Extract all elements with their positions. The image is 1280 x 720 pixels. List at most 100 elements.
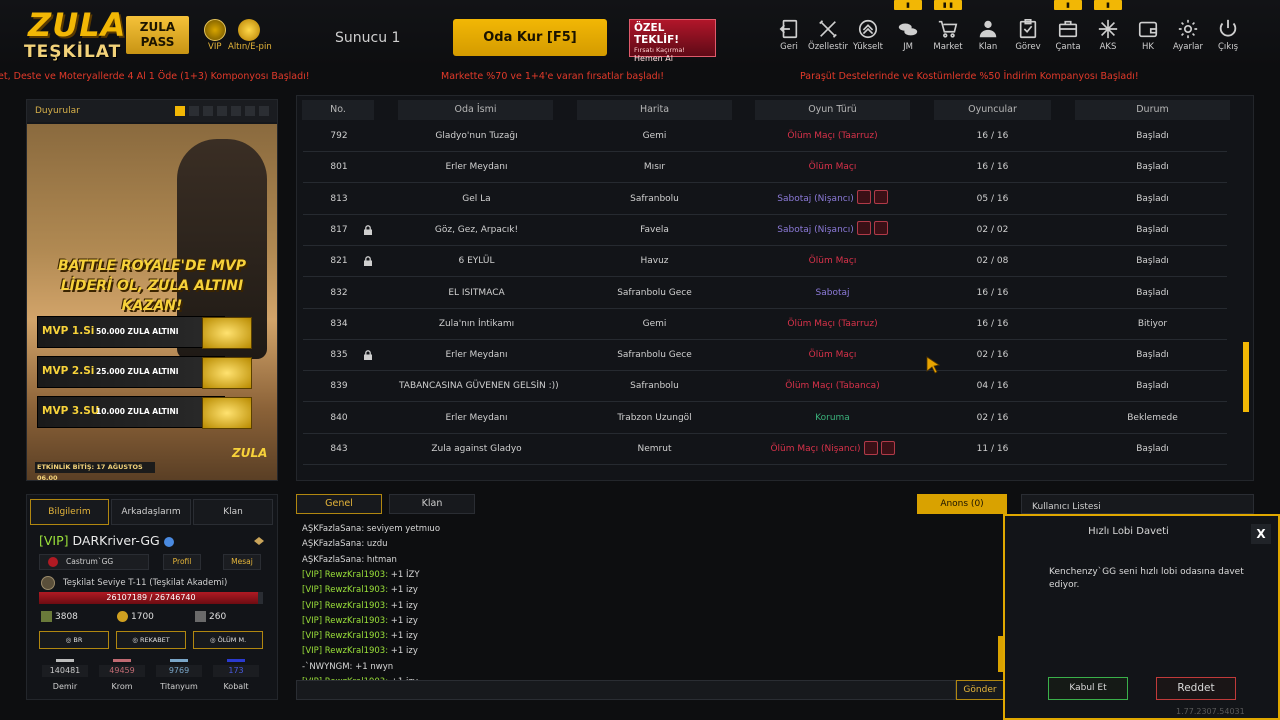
gold-coin-icon[interactable] xyxy=(238,19,260,41)
tab-friends[interactable]: Arkadaşlarım xyxy=(111,499,191,525)
zula-pass-button[interactable]: ZULA PASS xyxy=(126,16,189,54)
dialog-close-button[interactable]: X xyxy=(1251,524,1271,544)
table-row[interactable]: 813 Gel La Safranbolu Sabotaj (Nişancı) 05 /… xyxy=(303,184,1227,215)
cell-text: Sabotaj (Nişancı) xyxy=(777,224,854,235)
tab-clan[interactable]: Klan xyxy=(193,499,273,525)
mode-competitive-button[interactable]: ◎ REKABET xyxy=(116,631,186,649)
table-row[interactable]: 832 EL ISITMACA Safranbolu Gece Sabotaj 16 /… xyxy=(303,278,1227,309)
table-row[interactable]: 834 Zula'nın İntikamı Gemi Ölüm Maçı (Taarr… xyxy=(303,309,1227,340)
chat-input[interactable] xyxy=(296,680,956,700)
cell-mode: Ölüm Maçı xyxy=(755,152,910,183)
cell-map: Favela xyxy=(577,215,732,246)
player-name: [VIP] DARKriver-GG xyxy=(39,533,174,548)
table-row[interactable]: 821 6 EYLÜL Havuz Ölüm Maçı 02 / 08 Başladı xyxy=(303,246,1227,278)
chat-sender[interactable]: AŞKFazlaSana: xyxy=(302,555,364,565)
carousel-dot[interactable] xyxy=(245,106,255,116)
clan-icon xyxy=(979,20,997,38)
carousel-dot[interactable] xyxy=(217,106,227,116)
clan-button[interactable]: Castrum`GG xyxy=(39,554,149,570)
carousel-dot[interactable] xyxy=(189,106,199,116)
chat-sender[interactable]: [VIP] RewzKral1903: xyxy=(302,601,388,611)
accept-button[interactable]: Kabul Et xyxy=(1048,677,1128,700)
table-row[interactable]: 840 Erler Meydanı Trabzon Uzungöl Koruma 02 … xyxy=(303,403,1227,434)
zula-logo[interactable]: ZULA TEŞKİLAT xyxy=(22,6,125,62)
nav-hk[interactable]: HK xyxy=(1128,14,1168,58)
carousel-dot[interactable] xyxy=(203,106,213,116)
cell-players: 16 / 16 xyxy=(934,309,1051,340)
chat-tab-general[interactable]: Genel xyxy=(296,494,382,514)
nav-aks[interactable]: AKS xyxy=(1088,14,1128,58)
announce-button[interactable]: Anons (0) xyxy=(917,494,1007,514)
cell-text: Erler Meydanı xyxy=(445,412,508,423)
mode-br-button[interactable]: ◎ BR xyxy=(39,631,109,649)
table-row[interactable]: 839 TABANCASINA GÜVENEN GELSİN :)) Safranb… xyxy=(303,371,1227,403)
room-list-scrollbar[interactable] xyxy=(1243,342,1249,412)
chat-sender[interactable]: [VIP] RewzKral1903: xyxy=(302,570,388,580)
carousel-dot[interactable] xyxy=(175,106,185,116)
chat-log[interactable]: AŞKFazlaSana: seviyem yetmıuo AŞKFazlaSan… xyxy=(296,518,1004,687)
vip-icon[interactable] xyxy=(204,19,226,41)
chat-sender[interactable]: [VIP] RewzKral1903: xyxy=(302,631,388,641)
col-header-mode[interactable]: Oyun Türü xyxy=(755,100,910,120)
col-header-name[interactable]: Oda İsmi xyxy=(398,100,553,120)
material-value: 49459 xyxy=(99,665,145,677)
table-row[interactable]: 817 Göz, Gez, Arpacık! Favela Sabotaj (Nişa… xyxy=(303,215,1227,246)
nav-clan[interactable]: Klan xyxy=(968,14,1008,58)
chat-tab-clan[interactable]: Klan xyxy=(389,494,475,514)
nav-bag[interactable]: Çanta xyxy=(1048,14,1088,58)
chat-message: AŞKFazlaSana: uzdu xyxy=(302,539,388,549)
coin-icon xyxy=(117,611,128,622)
nav-back[interactable]: Geri xyxy=(769,14,809,58)
gold-pile-icon xyxy=(202,317,252,349)
weapon-icon xyxy=(856,190,871,205)
server-name[interactable]: Sunucu 1 xyxy=(335,30,400,46)
table-row[interactable]: 835 Erler Meydanı Safranbolu Gece Ölüm Maçı… xyxy=(303,340,1227,372)
chat-sender[interactable]: [VIP] RewzKral1903: xyxy=(302,616,388,626)
special-offer-button[interactable]: ÖZEL TEKLİF! Fırsatı Kaçırma! Hemen Al xyxy=(629,19,716,63)
cell-status: Başladı xyxy=(1075,184,1230,215)
nav-upgrade[interactable]: Yükselt xyxy=(848,14,888,58)
reject-button[interactable]: Reddet xyxy=(1156,677,1236,700)
cell-text: Ölüm Maçı xyxy=(808,350,857,361)
bag-icon xyxy=(1058,20,1078,38)
cell-players: 04 / 16 xyxy=(934,371,1051,402)
create-room-button[interactable]: Oda Kur [F5] xyxy=(453,19,607,56)
nav-task[interactable]: Görev xyxy=(1008,14,1048,58)
nav-customize[interactable]: Özellestir xyxy=(808,14,848,58)
battle-royale-banner[interactable]: BATTLE ROYALE'DE MVP LİDERİ OL, ZULA ALT… xyxy=(27,124,277,480)
material-bar xyxy=(170,659,188,662)
cell-no: 813 xyxy=(303,184,375,215)
chat-sender[interactable]: [VIP] RewzKral1903: xyxy=(302,585,388,595)
send-button[interactable]: Gönder xyxy=(956,680,1004,700)
table-row[interactable]: 801 Erler Meydanı Mısır Ölüm Maçı 16 / 16 Baş… xyxy=(303,152,1227,184)
table-row[interactable]: 843 Zula against Gladyo Nemrut Ölüm Maçı (N… xyxy=(303,434,1227,465)
nav-jm[interactable]: JM xyxy=(888,14,928,58)
col-header-status[interactable]: Durum xyxy=(1075,100,1230,120)
chat-text: +1 izy xyxy=(390,631,418,642)
table-row[interactable]: 792 Gladyo'nun Tuzağı Gemi Ölüm Maçı (Taarr… xyxy=(303,121,1227,152)
carousel-dot[interactable] xyxy=(259,106,269,116)
chat-sender[interactable]: AŞKFazlaSana: xyxy=(302,524,364,534)
chat-message: -`NWYNGM: +1 nwyn xyxy=(302,662,393,672)
profile-button[interactable]: Profil xyxy=(163,554,201,570)
cell-text: Favela xyxy=(640,224,669,235)
nav-market[interactable]: Market xyxy=(928,14,968,58)
chat-sender[interactable]: -`NWYNGM: xyxy=(302,662,352,672)
gold-pile-icon xyxy=(202,397,252,429)
col-header-no[interactable]: No. xyxy=(302,100,374,120)
chat-sender[interactable]: [VIP] RewzKral1903: xyxy=(302,646,388,656)
nav-settings[interactable]: Ayarlar xyxy=(1168,14,1208,58)
col-header-map[interactable]: Harita xyxy=(577,100,732,120)
cell-text: 839 xyxy=(330,381,348,392)
tab-my-info[interactable]: Bilgilerim xyxy=(30,499,109,525)
mode-deathmatch-button[interactable]: ◎ ÖLÜM M. xyxy=(193,631,263,649)
message-button[interactable]: Mesaj xyxy=(223,554,261,570)
chat-sender[interactable]: AŞKFazlaSana: xyxy=(302,539,364,549)
carousel-dot[interactable] xyxy=(231,106,241,116)
nav-exit[interactable]: Çıkış xyxy=(1208,14,1248,58)
cell-no: 839 xyxy=(303,371,375,402)
user-list-header[interactable]: Kullanıcı Listesi xyxy=(1021,494,1254,514)
col-header-players[interactable]: Oyuncular xyxy=(934,100,1051,120)
jm-badge: ▮ xyxy=(894,0,922,10)
chat-text: +1 izy xyxy=(390,646,418,657)
